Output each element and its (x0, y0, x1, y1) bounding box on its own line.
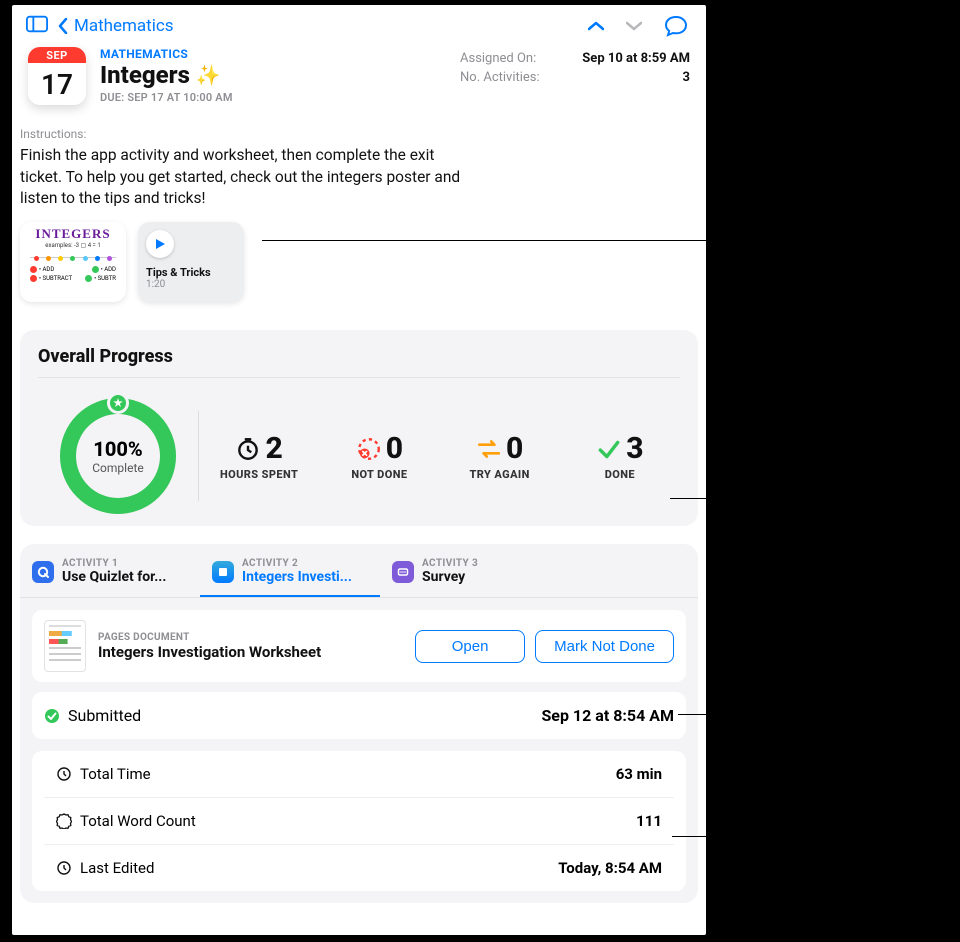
stat-done: 3 DONE (560, 425, 680, 487)
row-last-edited: Last Edited Today, 8:54 AM (44, 844, 674, 891)
progress-ring: 100% Complete (58, 396, 178, 516)
submitted-value: Sep 12 at 8:54 AM (541, 706, 674, 725)
assigned-label: Assigned On: (460, 51, 536, 66)
survey-icon (392, 561, 414, 583)
checkmark-icon (596, 436, 622, 462)
audio-duration: 1:20 (146, 279, 236, 290)
due-date-tile: SEP 17 (28, 47, 86, 105)
doc-title: Integers Investigation Worksheet (98, 643, 403, 661)
tab-activity-1[interactable]: ACTIVITY 1 Use Quizlet for... (20, 544, 200, 597)
document-thumbnail[interactable] (44, 620, 86, 672)
activities-count-label: No. Activities: (460, 70, 540, 85)
clock-icon (56, 766, 72, 782)
progress-percent: 100% (93, 437, 142, 461)
app-window: Mathematics SEP 17 MATHEMATICS Integers … (12, 5, 706, 935)
sidebar-toggle-button[interactable] (26, 15, 48, 37)
assigned-value: Sep 10 at 8:59 AM (582, 51, 690, 66)
activities-card: ACTIVITY 1 Use Quizlet for... ACTIVITY 2… (20, 544, 698, 903)
attachment-poster[interactable]: INTEGERS examples: -3 ▢ 4 = 1 • ADD • AD… (20, 222, 126, 302)
prev-button[interactable] (588, 21, 604, 31)
sparkles-icon: ✨ (196, 63, 221, 87)
doc-type-eyebrow: PAGES DOCUMENT (98, 632, 403, 643)
row-total-word-count: Total Word Count 111 (44, 797, 674, 844)
due-month: SEP (28, 47, 86, 63)
attachment-audio[interactable]: Tips & Tricks 1:20 (138, 222, 244, 302)
instructions-text: Finish the app activity and worksheet, t… (12, 145, 492, 210)
page-title: Integers (100, 61, 190, 89)
due-day: 17 (28, 63, 86, 105)
stat-not-done: 0 NOT DONE (319, 425, 439, 487)
callout-line (672, 836, 722, 837)
assignment-meta: Assigned On: Sep 10 at 8:59 AM No. Activ… (460, 47, 690, 105)
activity-tabs: ACTIVITY 1 Use Quizlet for... ACTIVITY 2… (20, 544, 698, 597)
stat-try-again: 0 TRY AGAIN (440, 425, 560, 487)
not-done-icon (356, 436, 382, 462)
callout-line (678, 714, 722, 715)
subject-eyebrow: MATHEMATICS (100, 47, 446, 61)
audio-title: Tips & Tricks (146, 266, 236, 279)
callout-line (670, 498, 722, 499)
due-text: DUE: SEP 17 AT 10:00 AM (100, 91, 446, 104)
badge-icon (56, 813, 72, 829)
messages-button[interactable] (664, 15, 688, 37)
quizlet-icon (32, 561, 54, 583)
stat-hours-spent: 2 HOURS SPENT (199, 425, 319, 487)
assignment-header: SEP 17 MATHEMATICS Integers ✨ DUE: SEP 1… (12, 43, 706, 113)
attachments-row: INTEGERS examples: -3 ▢ 4 = 1 • ADD • AD… (12, 210, 706, 320)
activity-details: Total Time 63 min Total Word Count 111 L… (32, 751, 686, 891)
poster-subtitle: examples: -3 ▢ 4 = 1 (26, 242, 120, 249)
checkmark-circle-icon (44, 708, 60, 724)
submitted-row: Submitted Sep 12 at 8:54 AM (32, 692, 686, 739)
next-button[interactable] (626, 21, 642, 31)
activities-count-value: 3 (683, 70, 690, 85)
top-nav: Mathematics (12, 5, 706, 43)
tab-activity-3[interactable]: ACTIVITY 3 Survey (380, 544, 560, 597)
progress-complete-label: Complete (92, 461, 144, 475)
clock-icon (235, 436, 261, 462)
play-icon (146, 230, 174, 258)
submitted-label: Submitted (68, 706, 141, 725)
back-label: Mathematics (74, 16, 174, 36)
row-total-time: Total Time 63 min (44, 751, 674, 797)
open-button[interactable]: Open (415, 630, 525, 663)
file-icon (212, 561, 234, 583)
activity-document-header: PAGES DOCUMENT Integers Investigation Wo… (32, 610, 686, 682)
back-button[interactable]: Mathematics (58, 16, 578, 36)
instructions-heading: Instructions: (12, 113, 706, 145)
overall-progress-card: Overall Progress 100% Complete (20, 330, 698, 526)
mark-not-done-button[interactable]: Mark Not Done (535, 630, 674, 663)
retry-icon (476, 436, 502, 462)
clock-icon (56, 860, 72, 876)
tab-activity-2[interactable]: ACTIVITY 2 Integers Investi... (200, 544, 380, 597)
progress-heading: Overall Progress (38, 346, 680, 367)
poster-title: INTEGERS (26, 226, 120, 242)
callout-line (262, 240, 722, 241)
